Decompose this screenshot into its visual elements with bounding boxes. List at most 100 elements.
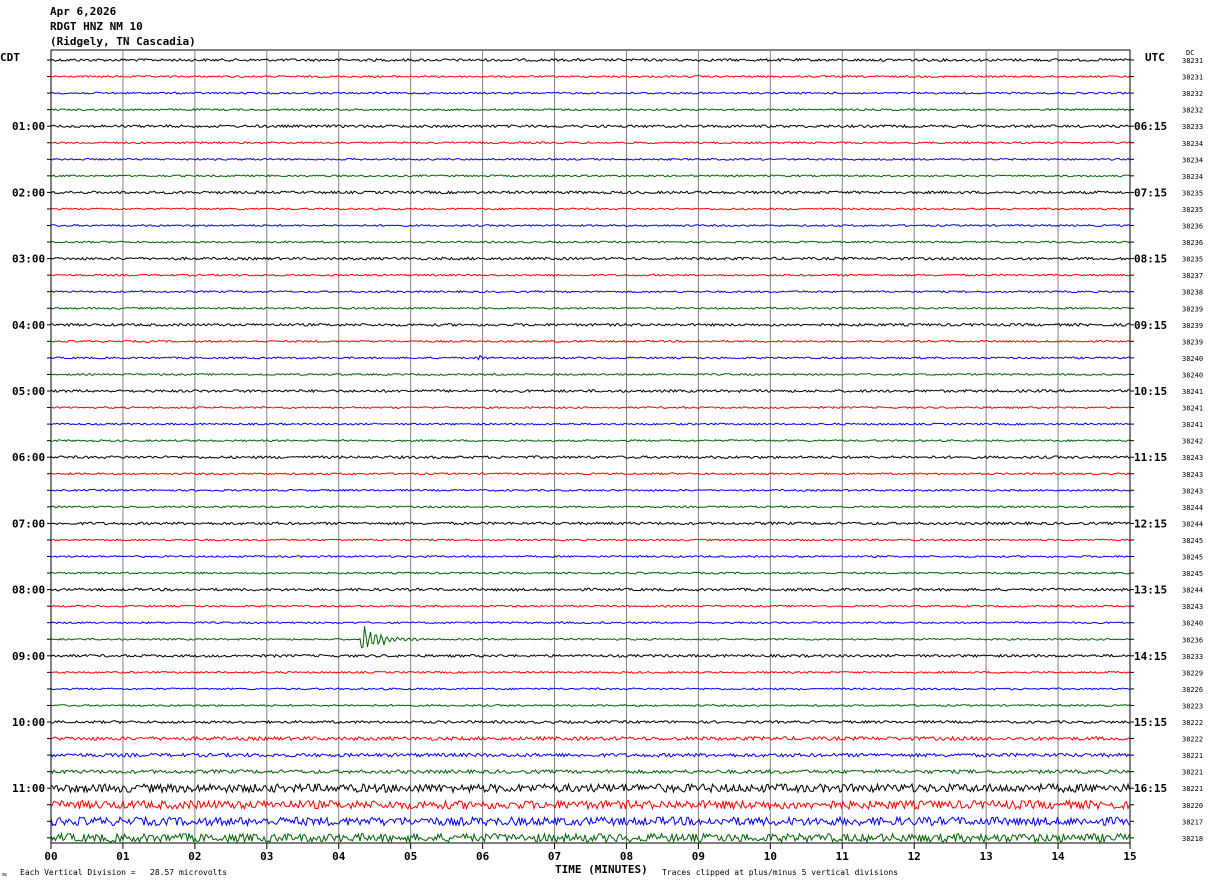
dc-offset-20: 38241 (1182, 388, 1203, 396)
trace-row-17 (50, 339, 1130, 343)
right-hour-label-10: 16:15 (1134, 782, 1167, 795)
left-hour-label-1: 02:00 (12, 186, 45, 199)
dc-offset-13: 38237 (1182, 272, 1203, 280)
trace-row-18 (50, 354, 1130, 361)
right-hour-label-2: 08:15 (1134, 253, 1167, 266)
x-tick-label-11: 11 (836, 850, 850, 863)
dc-offset-45: 38220 (1182, 802, 1203, 810)
dc-offset-5: 38234 (1182, 140, 1203, 148)
dc-offset-47: 38218 (1182, 835, 1203, 843)
dc-offset-12: 38235 (1182, 256, 1203, 264)
plot-frame (50, 49, 1131, 844)
x-tick-label-05: 05 (404, 850, 417, 863)
dc-offset-39: 38223 (1182, 702, 1203, 710)
left-hour-label-8: 09:00 (12, 650, 45, 663)
dc-offset-23: 38242 (1182, 438, 1203, 446)
dc-offset-17: 38239 (1182, 338, 1203, 346)
trace-row-6 (50, 157, 1130, 161)
x-tick-label-14: 14 (1051, 850, 1065, 863)
right-hour-label-8: 14:15 (1134, 650, 1167, 663)
trace-row-47 (50, 831, 1130, 844)
dc-offset-34: 38240 (1182, 620, 1203, 628)
x-tick-label-02: 02 (188, 850, 201, 863)
dc-offset-2: 38232 (1182, 90, 1203, 98)
dc-offset-46: 38217 (1182, 818, 1203, 826)
dc-offset-30: 38245 (1182, 554, 1203, 562)
dc-offset-26: 38243 (1182, 487, 1203, 495)
trace-row-41 (50, 735, 1130, 742)
trace-row-1 (50, 74, 1130, 79)
dc-offset-37: 38229 (1182, 669, 1203, 677)
trace-row-2 (50, 91, 1130, 95)
x-tick-label-13: 13 (980, 850, 993, 863)
x-tick-label-01: 01 (116, 850, 130, 863)
dc-offset-24: 38243 (1182, 454, 1203, 462)
dc-offset-18: 38240 (1182, 355, 1203, 363)
x-tick-label-15: 15 (1123, 850, 1136, 863)
trace-row-16 (50, 322, 1130, 328)
trace-row-31 (51, 571, 1130, 575)
right-hour-label-9: 15:15 (1134, 716, 1167, 729)
x-tick-label-06: 06 (476, 850, 490, 863)
trace-row-26 (50, 488, 1130, 492)
trace-row-13 (50, 273, 1130, 277)
trace-row-29 (50, 538, 1130, 542)
left-hour-label-2: 03:00 (12, 253, 45, 266)
trace-row-27 (50, 505, 1130, 509)
trace-row-30 (50, 554, 1130, 559)
trace-row-44 (50, 782, 1130, 795)
left-hour-label-5: 06:00 (12, 451, 45, 464)
dc-offset-14: 38238 (1182, 289, 1203, 297)
dc-offset-4: 38233 (1182, 123, 1203, 131)
x-tick-label-08: 08 (620, 850, 633, 863)
dc-offset-31: 38245 (1182, 570, 1203, 578)
trace-row-8 (50, 190, 1130, 195)
right-hour-label-5: 11:15 (1134, 451, 1167, 464)
trace-row-15 (50, 306, 1130, 310)
dc-offset-3: 38232 (1182, 107, 1203, 115)
trace-row-40 (50, 719, 1130, 725)
dc-offset-7: 38234 (1182, 173, 1203, 181)
trace-row-24 (50, 455, 1130, 460)
dc-offset-35: 38236 (1182, 636, 1203, 644)
trace-row-7 (50, 174, 1130, 178)
right-hour-label-4: 10:15 (1134, 385, 1167, 398)
trace-row-34 (50, 621, 1130, 625)
left-hour-label-4: 05:00 (12, 385, 45, 398)
right-hour-label-6: 12:15 (1134, 517, 1167, 530)
x-tick-label-10: 10 (764, 850, 777, 863)
dc-offset-6: 38234 (1182, 156, 1203, 164)
dc-offset-43: 38221 (1182, 769, 1203, 777)
right-hour-label-0: 06:15 (1134, 120, 1167, 133)
left-hour-label-6: 07:00 (12, 517, 45, 530)
dc-offset-21: 38241 (1182, 405, 1203, 413)
trace-row-43 (50, 768, 1130, 775)
dc-offset-19: 38240 (1182, 371, 1203, 379)
trace-row-32 (50, 587, 1130, 592)
x-axis-label: TIME (MINUTES) (555, 863, 648, 876)
x-tick-label-09: 09 (692, 850, 705, 863)
left-hour-label-10: 11:00 (12, 782, 45, 795)
dc-offset-27: 38244 (1182, 504, 1203, 512)
trace-row-38 (50, 687, 1130, 691)
dc-offset-15: 38239 (1182, 305, 1203, 313)
x-tick-label-04: 04 (332, 850, 346, 863)
trace-row-45 (50, 798, 1130, 811)
dc-offset-32: 38244 (1182, 587, 1203, 595)
dc-offset-28: 38244 (1182, 520, 1203, 528)
right-hour-label-3: 09:15 (1134, 319, 1167, 332)
dc-offset-40: 38222 (1182, 719, 1203, 727)
scale-note: Each Vertical Division = 28.57 microvolt… (20, 868, 228, 877)
x-tick-label-12: 12 (908, 850, 921, 863)
dc-offset-22: 38241 (1182, 421, 1203, 429)
dc-offset-38: 38226 (1182, 686, 1203, 694)
trace-row-33 (50, 604, 1130, 608)
trace-row-5 (50, 141, 1130, 145)
dc-offset-8: 38235 (1182, 189, 1203, 197)
trace-row-0 (50, 57, 1130, 63)
trace-row-11 (50, 240, 1130, 244)
dc-offset-41: 38222 (1182, 736, 1203, 744)
dc-offset-25: 38243 (1182, 471, 1203, 479)
right-hour-label-1: 07:15 (1134, 186, 1167, 199)
trace-row-4 (50, 124, 1130, 129)
